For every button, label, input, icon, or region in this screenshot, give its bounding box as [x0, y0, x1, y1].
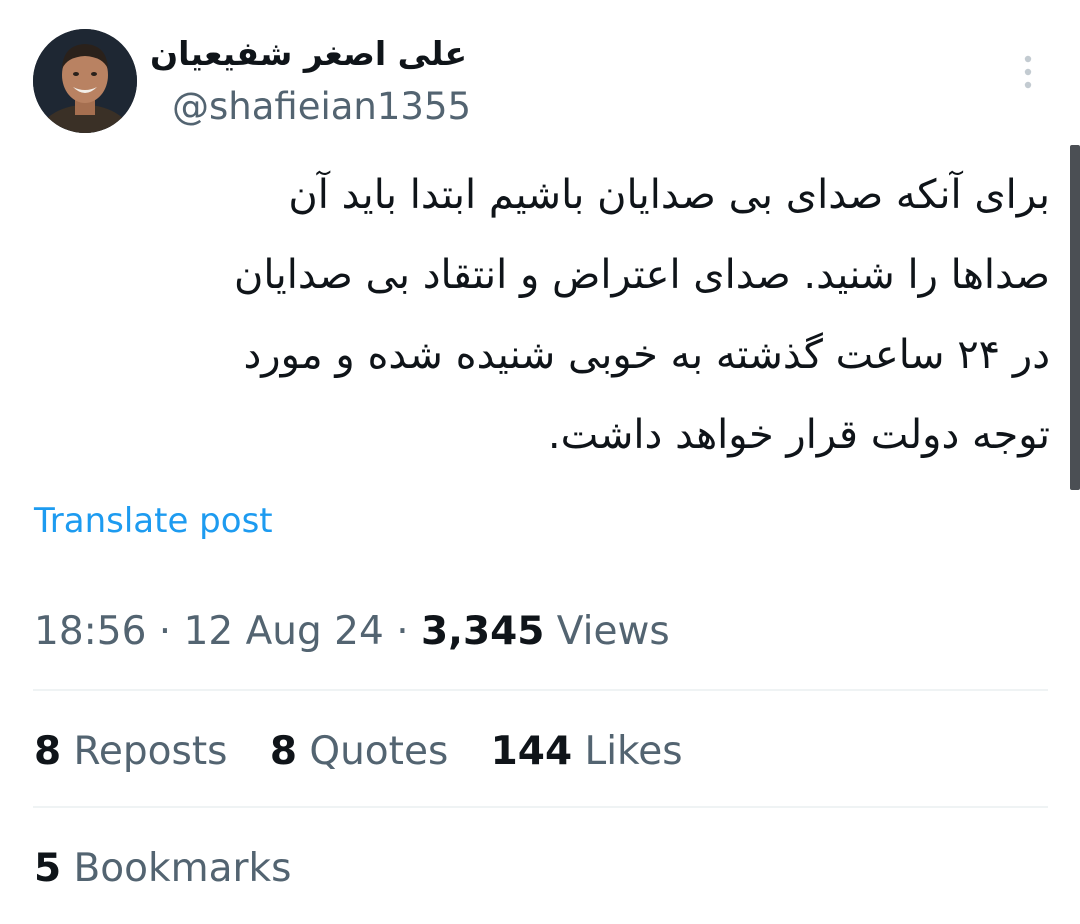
meta-separator: ·	[383, 609, 422, 654]
meta-separator: ·	[146, 609, 184, 654]
views-label: Views	[544, 609, 670, 654]
reposts-stat[interactable]: 8 Reposts	[34, 729, 227, 774]
bookmarks-label: Bookmarks	[61, 846, 292, 891]
translate-post-link[interactable]: Translate post	[34, 497, 273, 545]
tweet-date[interactable]: 12 Aug 24	[184, 609, 384, 654]
author-display-name[interactable]: علی اصغر شفیعیان	[150, 30, 492, 78]
tweet-text-line: برای آنکه صدای بی صدایان باشیم ابتدا بای…	[288, 172, 1050, 218]
tweet-text-line: در ۲۴ ساعت گذشته به خوبی شنیده شده و مور…	[243, 332, 1050, 378]
likes-count: 144	[490, 729, 573, 774]
bookmarks-count: 5	[34, 846, 62, 891]
scrollbar[interactable]	[1070, 145, 1080, 490]
quotes-label: Quotes	[296, 729, 449, 774]
reposts-label: Reposts	[61, 729, 228, 774]
divider	[33, 806, 1048, 808]
author-handle[interactable]: @shafieian1355	[172, 82, 471, 132]
tweet-meta: 18:56 · 12 Aug 24 · 3,345 Views	[34, 605, 670, 659]
likes-stat[interactable]: 144 Likes	[491, 729, 683, 774]
quotes-count: 8	[269, 729, 297, 774]
divider	[33, 689, 1048, 691]
more-vertical-icon[interactable]	[1008, 50, 1048, 94]
likes-label: Likes	[572, 729, 683, 774]
views-count: 3,345	[421, 609, 545, 654]
avatar[interactable]	[33, 29, 137, 133]
tweet-time[interactable]: 18:56	[34, 609, 146, 654]
tweet-text-line: توجه دولت قرار خواهد داشت.	[547, 412, 1050, 458]
bookmarks-stat[interactable]: 5 Bookmarks	[34, 842, 291, 896]
profile-photo	[33, 29, 137, 133]
tweet-text: برای آنکه صدای بی صدایان باشیم ابتدا بای…	[40, 155, 1050, 475]
tweet-text-line: صداها را شنید. صدای اعتراض و انتقاد بی ص…	[234, 252, 1050, 298]
quotes-stat[interactable]: 8 Quotes	[270, 729, 448, 774]
reposts-count: 8	[34, 729, 62, 774]
engagement-stats: 8 Reposts 8 Quotes 144 Likes	[34, 725, 713, 779]
